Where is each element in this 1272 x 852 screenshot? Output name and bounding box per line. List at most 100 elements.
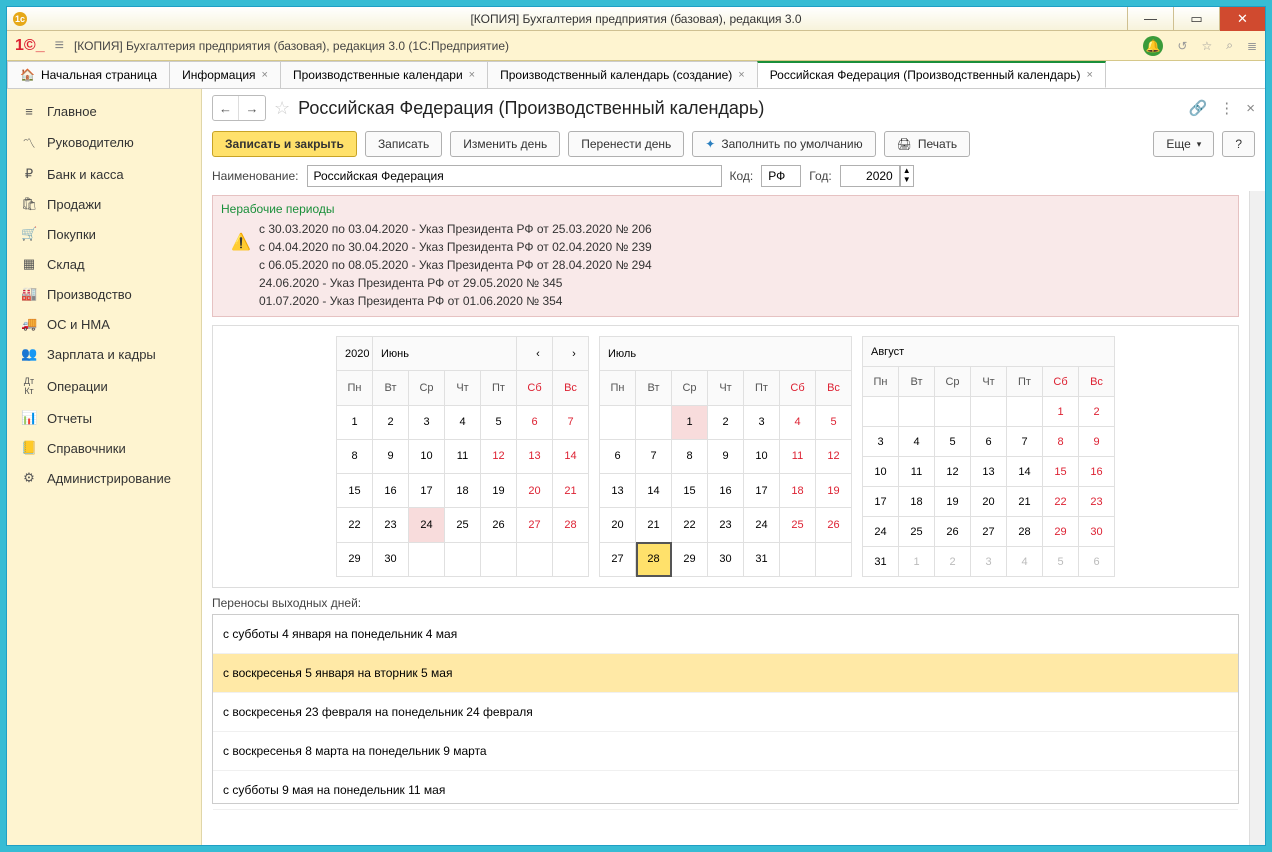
sidebar-item-main[interactable]: ≡Главное — [7, 97, 201, 126]
list-item[interactable]: с субботы 4 января на понедельник 4 мая — [213, 615, 1238, 654]
sidebar-item-production[interactable]: 🏭Производство — [7, 279, 201, 309]
close-icon[interactable]: × — [469, 69, 475, 81]
print-button[interactable]: 🖨Печать — [884, 131, 971, 157]
tab-bar: 🏠Начальная страница Информация× Производ… — [7, 61, 1265, 89]
non-working-line: с 06.05.2020 по 08.05.2020 - Указ Презид… — [259, 256, 652, 274]
window-title: [КОПИЯ] Бухгалтерия предприятия (базовая… — [7, 12, 1265, 26]
sidebar-item-directories[interactable]: 📒Справочники — [7, 433, 201, 463]
cart-icon: 🛒 — [21, 226, 37, 242]
save-button[interactable]: Записать — [365, 131, 442, 157]
dtkt-icon: ДтКт — [21, 376, 37, 396]
close-icon[interactable]: × — [738, 69, 744, 81]
chart-icon: 〽 — [21, 133, 37, 152]
transfers-label: Переносы выходных дней: — [212, 592, 1239, 614]
calendars-panel: 2020Июнь‹› ПнВтСрЧтПтСбВс 1234567 891011… — [212, 325, 1239, 588]
window-maximize-button[interactable]: ▭ — [1173, 7, 1219, 31]
sidebar-item-bank[interactable]: ₽Банк и касса — [7, 159, 201, 189]
book-icon: 📒 — [21, 440, 37, 456]
sidebar-item-warehouse[interactable]: ▦Склад — [7, 249, 201, 279]
sidebar-item-sales[interactable]: 🛍Продажи — [7, 189, 201, 219]
tab-info[interactable]: Информация× — [169, 61, 281, 88]
favorite-star-icon[interactable]: ☆ — [274, 98, 290, 119]
app-header: 1©_ ≡ [КОПИЯ] Бухгалтерия предприятия (б… — [7, 31, 1265, 61]
fill-default-button[interactable]: ✦Заполнить по умолчанию — [692, 131, 875, 157]
sidebar-item-reports[interactable]: 📊Отчеты — [7, 403, 201, 433]
ruble-icon: ₽ — [21, 166, 37, 182]
list-item[interactable]: с воскресенья 5 января на вторник 5 мая — [213, 654, 1238, 693]
list-item[interactable]: с воскресенья 8 марта на понедельник 9 м… — [213, 732, 1238, 771]
calendar-july[interactable]: Июль ПнВтСрЧтПтСбВс 12345 6789101112 131… — [599, 336, 852, 577]
tab-calendars-list[interactable]: Производственные календари× — [280, 61, 488, 88]
chevron-down-icon: ▾ — [1197, 139, 1202, 150]
sidebar-item-manager[interactable]: 〽Руководителю — [7, 126, 201, 159]
more-menu-icon[interactable]: ⋮ — [1219, 99, 1234, 117]
sidebar: ≡Главное 〽Руководителю ₽Банк и касса 🛍Пр… — [7, 89, 202, 845]
calendar-august[interactable]: Август ПнВтСрЧтПтСбВс 12 3456789 1011121… — [862, 336, 1115, 577]
nav-back-button[interactable]: ← — [213, 96, 239, 120]
non-working-line: с 04.04.2020 по 30.04.2020 - Указ Презид… — [259, 238, 652, 256]
next-month-button[interactable]: › — [553, 337, 589, 371]
non-working-line: 01.07.2020 - Указ Президента РФ от 01.06… — [259, 292, 652, 310]
sidebar-item-operations[interactable]: ДтКтОперации — [7, 369, 201, 403]
sidebar-item-admin[interactable]: ⚙Администрирование — [7, 463, 201, 493]
code-label: Код: — [730, 169, 754, 183]
wand-icon: ✦ — [705, 137, 715, 151]
non-working-periods-panel: Нерабочие периоды ⚠️ с 30.03.2020 по 03.… — [212, 195, 1239, 317]
help-button[interactable]: ? — [1222, 131, 1255, 157]
factory-icon: 🏭 — [21, 286, 37, 302]
non-working-line: с 30.03.2020 по 03.04.2020 - Указ Презид… — [259, 220, 652, 238]
people-icon: 👥 — [21, 346, 37, 362]
close-icon[interactable]: × — [1086, 69, 1092, 81]
name-input[interactable] — [307, 165, 722, 187]
link-icon[interactable]: 🔗 — [1189, 99, 1208, 117]
window-minimize-button[interactable]: — — [1127, 7, 1173, 31]
year-label: Год: — [809, 169, 831, 183]
name-label: Наименование: — [212, 169, 299, 183]
window-close-button[interactable]: ✕ — [1219, 7, 1265, 31]
nav-forward-button[interactable]: → — [239, 96, 265, 120]
non-working-line: 24.06.2020 - Указ Президента РФ от 29.05… — [259, 274, 652, 292]
sidebar-item-salary[interactable]: 👥Зарплата и кадры — [7, 339, 201, 369]
calendar-june[interactable]: 2020Июнь‹› ПнВтСрЧтПтСбВс 1234567 891011… — [336, 336, 589, 577]
move-day-button[interactable]: Перенести день — [568, 131, 684, 157]
code-input[interactable] — [761, 165, 801, 187]
list-item[interactable]: с субботы 9 мая на понедельник 11 мая — [213, 771, 1238, 810]
list-item[interactable]: с воскресенья 23 февраля на понедельник … — [213, 693, 1238, 732]
notifications-icon[interactable]: 🔔 — [1143, 36, 1163, 56]
app-logo-icon: 1c — [13, 12, 27, 26]
truck-icon: 🚚 — [21, 316, 37, 332]
sidebar-item-fixed[interactable]: 🚚ОС и НМА — [7, 309, 201, 339]
favorites-icon[interactable]: ☆ — [1201, 39, 1212, 53]
page-title: Российская Федерация (Производственный к… — [298, 98, 764, 119]
box-icon: ▦ — [21, 256, 37, 272]
history-icon[interactable]: ↺ — [1177, 39, 1187, 53]
bars-icon: 📊 — [21, 410, 37, 426]
home-icon: 🏠 — [20, 68, 35, 82]
scrollbar[interactable] — [1249, 191, 1265, 845]
year-input[interactable] — [840, 165, 900, 187]
list-icon: ≡ — [21, 104, 37, 119]
bag-icon: 🛍 — [21, 196, 37, 212]
app-subtitle: [КОПИЯ] Бухгалтерия предприятия (базовая… — [74, 39, 509, 53]
non-working-header: Нерабочие периоды — [221, 202, 1230, 216]
printer-icon: 🖨 — [897, 137, 912, 151]
brand-logo-icon: 1©_ — [15, 37, 45, 55]
window-titlebar: 1c [КОПИЯ] Бухгалтерия предприятия (базо… — [7, 7, 1265, 31]
year-spinner[interactable]: ▲▼ — [900, 165, 914, 187]
warning-icon: ⚠️ — [231, 232, 251, 252]
menu-icon[interactable]: ≡ — [55, 37, 64, 55]
prev-month-button[interactable]: ‹ — [517, 337, 553, 371]
search-icon[interactable]: ⌕ — [1226, 38, 1233, 53]
tab-calendar-create[interactable]: Производственный календарь (создание)× — [487, 61, 758, 88]
panel-settings-icon[interactable]: ≣ — [1247, 39, 1257, 53]
change-day-button[interactable]: Изменить день — [450, 131, 560, 157]
save-close-button[interactable]: Записать и закрыть — [212, 131, 357, 157]
transfers-list[interactable]: с субботы 4 января на понедельник 4 мая … — [212, 614, 1239, 804]
more-button[interactable]: Еще▾ — [1153, 131, 1214, 157]
gear-icon: ⚙ — [21, 470, 37, 486]
close-icon[interactable]: × — [262, 69, 268, 81]
sidebar-item-purchases[interactable]: 🛒Покупки — [7, 219, 201, 249]
tab-calendar-rf[interactable]: Российская Федерация (Производственный к… — [757, 61, 1106, 88]
page-close-icon[interactable]: × — [1246, 100, 1255, 117]
tab-home[interactable]: 🏠Начальная страница — [7, 61, 170, 88]
